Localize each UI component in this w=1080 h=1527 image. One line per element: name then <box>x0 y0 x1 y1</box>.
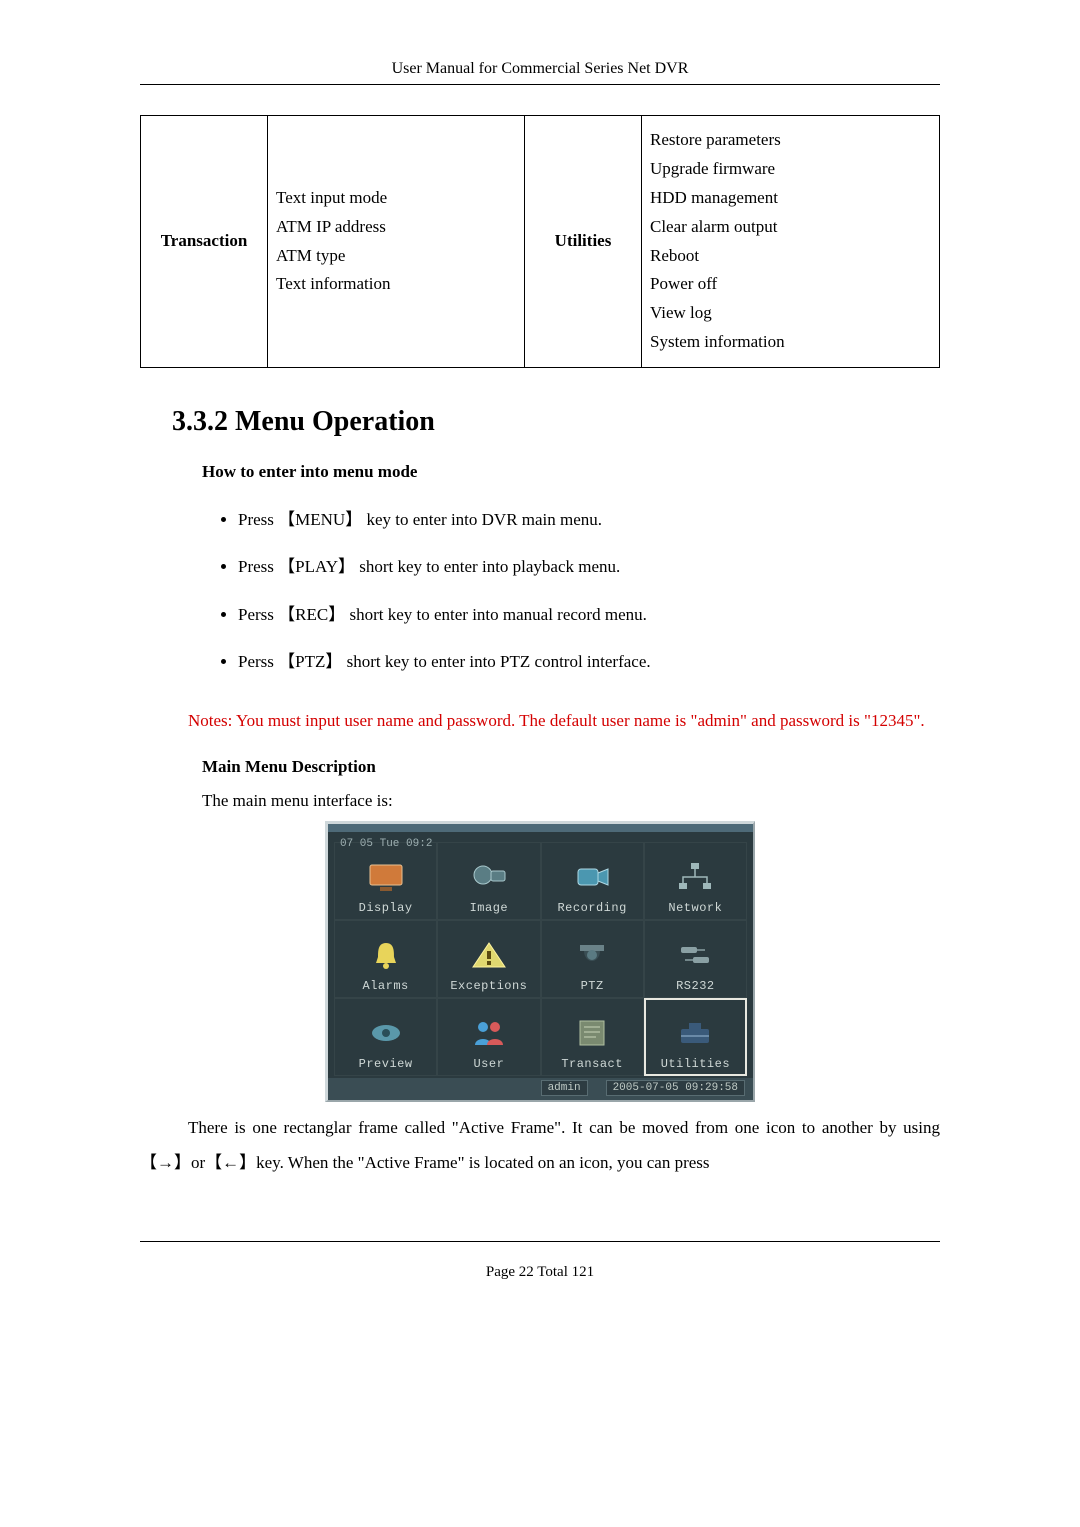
serial-port-icon <box>674 937 716 973</box>
toolbox-icon <box>674 1015 716 1051</box>
camera-roll-icon <box>468 859 510 895</box>
menu-label: Network <box>668 901 722 915</box>
monitor-icon <box>365 859 407 895</box>
menu-label: PTZ <box>581 979 604 993</box>
status-datetime: 2005-07-05 09:29:58 <box>606 1080 745 1096</box>
camcorder-icon <box>571 859 613 895</box>
menu-item-image[interactable]: Image <box>437 842 540 920</box>
menu-label: Exceptions <box>450 979 527 993</box>
menu-label: Display <box>359 901 413 915</box>
menu-label: Alarms <box>363 979 409 993</box>
list-item: Press 【MENU】 key to enter into DVR main … <box>238 496 940 543</box>
howto-bullet-list: Press 【MENU】 key to enter into DVR main … <box>202 496 940 685</box>
menu-item-display[interactable]: Display <box>334 842 437 920</box>
menu-item-alarms[interactable]: Alarms <box>334 920 437 998</box>
menu-item-exceptions[interactable]: Exceptions <box>437 920 540 998</box>
menu-item-user[interactable]: User <box>437 998 540 1076</box>
section-heading: 3.3.2 Menu Operation <box>172 406 940 438</box>
page-number-current: 22 <box>519 1264 534 1280</box>
page-number-total: 121 <box>572 1264 595 1280</box>
page-label-mid: Total <box>534 1264 572 1280</box>
receipt-icon <box>571 1015 613 1051</box>
list-item: Perss 【PTZ】 short key to enter into PTZ … <box>238 638 940 685</box>
users-icon <box>468 1015 510 1051</box>
menu-item-utilities[interactable]: Utilities <box>644 998 747 1076</box>
menu-item-recording[interactable]: Recording <box>541 842 644 920</box>
embedded-screenshot: 07 05 Tue 09:2 Display Image <box>140 821 940 1102</box>
menu-item-ptz[interactable]: PTZ <box>541 920 644 998</box>
table-header-transaction: Transaction <box>141 116 268 368</box>
table-cell-utilities-items: Restore parameters Upgrade firmware HDD … <box>642 116 940 368</box>
bell-icon <box>365 937 407 973</box>
list-item: Press 【PLAY】 short key to enter into pla… <box>238 543 940 590</box>
mainmenu-intro: The main menu interface is: <box>202 791 940 811</box>
table-header-utilities: Utilities <box>525 116 642 368</box>
document-page: User Manual for Commercial Series Net DV… <box>140 0 940 1321</box>
menu-item-transact[interactable]: Transact <box>541 998 644 1076</box>
menu-parameters-table: Transaction Text input mode ATM IP addre… <box>140 115 940 368</box>
menu-item-preview[interactable]: Preview <box>334 998 437 1076</box>
menu-label: Preview <box>359 1057 413 1071</box>
menu-label: RS232 <box>676 979 715 993</box>
eye-icon <box>365 1015 407 1051</box>
menu-item-rs232[interactable]: RS232 <box>644 920 747 998</box>
status-user: admin <box>541 1080 588 1096</box>
notes-paragraph: Notes: You must input user name and pass… <box>140 703 940 739</box>
howto-heading: How to enter into menu mode <box>202 462 940 482</box>
menu-label: Recording <box>557 901 626 915</box>
network-icon <box>674 859 716 895</box>
menu-item-network[interactable]: Network <box>644 842 747 920</box>
warning-icon <box>468 937 510 973</box>
running-header: User Manual for Commercial Series Net DV… <box>140 60 940 85</box>
menu-label: Image <box>470 901 509 915</box>
table-cell-transaction-items: Text input mode ATM IP address ATM type … <box>268 116 525 368</box>
after-screenshot-paragraph: There is one rectanglar frame called "Ac… <box>140 1110 940 1181</box>
menu-label: Utilities <box>661 1057 730 1071</box>
dome-camera-icon <box>571 937 613 973</box>
dvr-status-bar: admin 2005-07-05 09:29:58 <box>328 1078 753 1100</box>
dvr-titlebar <box>328 824 753 832</box>
menu-label: User <box>473 1057 504 1071</box>
page-footer: Page 22 Total 121 <box>140 1241 940 1281</box>
list-item: Perss 【REC】 short key to enter into manu… <box>238 591 940 638</box>
mainmenu-heading: Main Menu Description <box>202 757 940 777</box>
dvr-main-menu: 07 05 Tue 09:2 Display Image <box>325 821 755 1102</box>
menu-label: Transact <box>561 1057 623 1071</box>
page-label-prefix: Page <box>486 1264 519 1280</box>
